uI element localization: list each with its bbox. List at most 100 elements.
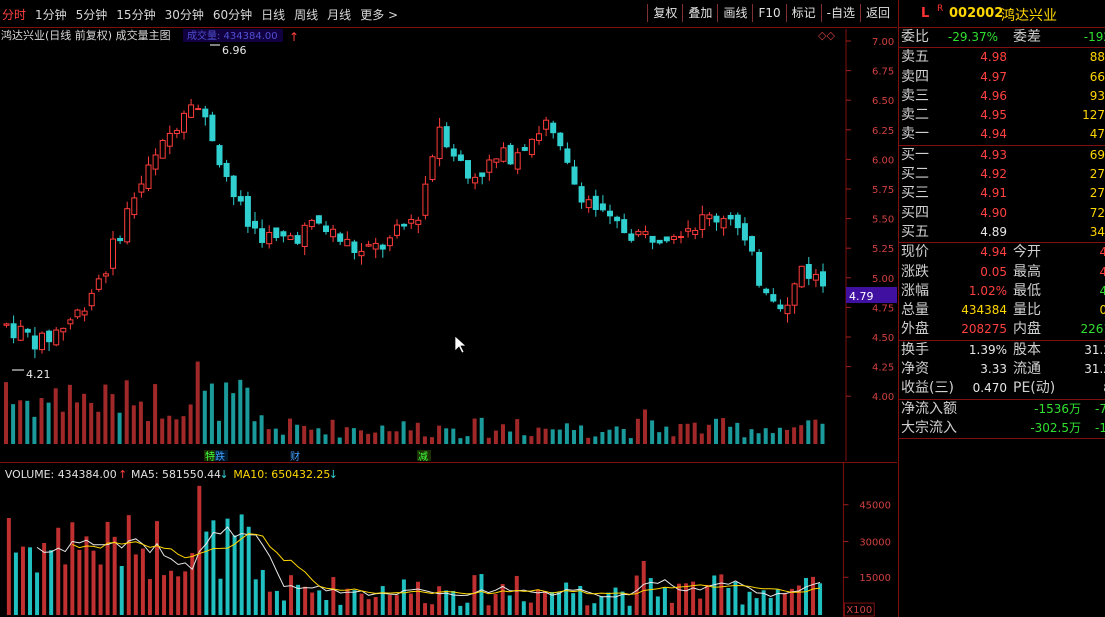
ma10-legend: MA10: 650432.25 [233, 468, 330, 481]
event-marker-jian[interactable]: 减 [418, 451, 428, 461]
main-volume-bar [678, 424, 683, 444]
ask-4: 卖四 4.97 66 [899, 68, 1105, 87]
volume-bar [479, 574, 484, 616]
event-marker-cai[interactable]: 财 [290, 450, 300, 461]
candle-body [145, 164, 152, 189]
candle-body [81, 310, 88, 316]
main-volume-bar [344, 427, 349, 444]
chart-title: 鸿达兴业(日线 前复权) 成交量主图 [1, 29, 171, 42]
main-volume-bar [266, 429, 271, 444]
main-volume-bar [451, 428, 456, 444]
main-volume-bar [572, 430, 576, 444]
candle-body [770, 294, 777, 302]
quote-section: 现价 4.94 今开 4. 涨跌 0.05 最高 4. 涨幅 1.02% 最低 4. 总量 434384 量… [899, 243, 1105, 341]
mouse-cursor-icon [454, 335, 467, 354]
tab-daily[interactable]: 日线 [261, 6, 285, 23]
candle-body [578, 186, 585, 203]
candle-body [443, 126, 450, 148]
bid-2-value: 4.92 [980, 167, 1007, 182]
options-diamond-icon[interactable]: ◇◇ [818, 29, 835, 42]
candle-body [315, 215, 322, 224]
volume-bar [733, 581, 738, 616]
main-volume-bar [351, 428, 356, 444]
main-volume-bar [543, 428, 548, 444]
stats-row-1-label2: 流通 [1013, 361, 1041, 378]
stats-section: 换手 1.39% 股本 31.2 净资 3.33 流通 31.2 收益(三) 0.470 PE(动)… [899, 341, 1105, 400]
main-volume-bar [529, 436, 534, 444]
tab-60min[interactable]: 60分钟 [213, 6, 252, 23]
ask-1-value: 4.94 [980, 127, 1007, 142]
candle-body [635, 230, 642, 236]
main-volume-bar [259, 415, 264, 444]
quote-row-1-label2: 最高 [1013, 263, 1041, 280]
volume-bar [105, 521, 110, 616]
main-volume-bar [415, 422, 420, 444]
f10-button[interactable]: F10 [752, 4, 785, 22]
chart-legend: 成交量: 434384.00 [187, 29, 278, 42]
candle-body [507, 144, 514, 165]
ask-3: 卖三 4.96 93 [899, 87, 1105, 106]
candle-body [124, 208, 131, 243]
event-marker-die[interactable]: 跌 [215, 450, 225, 461]
main-volume-bar [813, 419, 818, 444]
flow-tail: -7 [1095, 401, 1105, 416]
candle-body [763, 288, 770, 294]
tab-1min[interactable]: 1分钟 [35, 6, 67, 23]
main-volume-bar [53, 388, 58, 444]
price-tick-label: 6.25 [872, 126, 894, 137]
candle-body [571, 166, 578, 185]
price-tick-label: 4.00 [872, 392, 894, 403]
volume-bar [507, 595, 512, 616]
main-volume-bar [472, 418, 477, 444]
tab-15min[interactable]: 15分钟 [116, 6, 155, 23]
stats-row-0-value2: 31.2 [1084, 342, 1105, 357]
volume-bar [408, 593, 413, 616]
main-volume-bar [586, 437, 591, 444]
event-marker-te[interactable]: 特 [205, 451, 215, 461]
tab-5min[interactable]: 5分钟 [76, 6, 108, 23]
main-volume-bar [458, 438, 463, 444]
candle-body [223, 162, 230, 177]
main-volume-bar [224, 382, 229, 444]
main-volume-bar [657, 432, 662, 444]
remove-watchlist-button[interactable]: -自选 [820, 4, 860, 22]
candle-body [656, 239, 663, 244]
draw-line-button[interactable]: 画线 [717, 4, 752, 22]
main-volume-bar [75, 402, 79, 444]
candle-body [110, 238, 116, 269]
main-volume-bar [25, 400, 30, 444]
volume-bar [423, 603, 428, 616]
volume-chart[interactable]: VOLUME: 434384.00 ↑ MA5: 581550.44 ↓ MA1… [0, 462, 897, 617]
main-volume-bar [444, 428, 449, 444]
event-markers: 特 跌 财 减 [204, 450, 431, 461]
tab-monthly[interactable]: 月线 [327, 6, 351, 23]
candle-body [820, 271, 826, 287]
overlay-button[interactable]: 叠加 [682, 4, 717, 22]
bid-1-label: 买一 [901, 146, 929, 163]
candlestick-chart[interactable]: 鸿达兴业(日线 前复权) 成交量主图 成交量: 434384.00 ↑ ◇◇ 7… [0, 29, 897, 461]
main-volume-bar [643, 409, 647, 444]
tab-more[interactable]: 更多 > [360, 6, 398, 23]
main-volume-bar [763, 428, 768, 444]
main-volume-bar [60, 411, 65, 444]
candle-body [564, 148, 571, 163]
mark-button[interactable]: 标记 [785, 4, 821, 22]
candle-body [209, 114, 216, 142]
volume-bar [747, 591, 752, 616]
tab-weekly[interactable]: 周线 [294, 6, 318, 23]
candle-body [720, 218, 727, 229]
main-volume-bar [18, 400, 23, 444]
candle-body [408, 218, 415, 224]
main-volume-bar [153, 384, 158, 444]
main-volume-bar [799, 425, 804, 444]
main-volume-bar [430, 437, 434, 444]
adjust-button[interactable]: 复权 [647, 4, 682, 22]
main-volume-bar [508, 431, 513, 444]
bid-1-value: 4.93 [980, 147, 1007, 162]
volume-bar [571, 593, 576, 616]
back-button[interactable]: 返回 [859, 4, 895, 22]
tab-30min[interactable]: 30分钟 [165, 6, 204, 23]
bid-5-label: 买五 [901, 223, 929, 240]
tab-intraday[interactable]: 分时 [2, 6, 26, 23]
volume-bar [35, 572, 40, 616]
